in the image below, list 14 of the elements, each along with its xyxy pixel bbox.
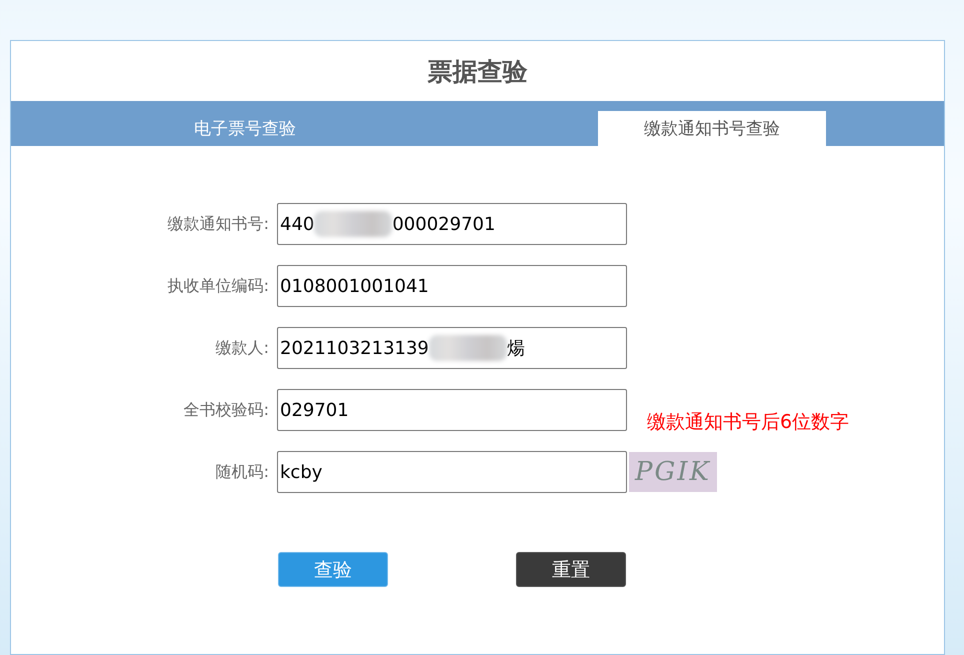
input-field[interactable]: 440 000029701 xyxy=(277,203,627,245)
field-label: 随机码: xyxy=(214,462,270,482)
field-label: 缴款人: xyxy=(214,338,270,358)
field-label: 全书校验码: xyxy=(182,400,270,420)
input-field[interactable]: kcby xyxy=(277,451,627,493)
tab[interactable]: 缴款通知书号查验 xyxy=(598,111,826,146)
input-field[interactable]: 2021103213139 煬 xyxy=(277,327,627,369)
field-label: 执收单位编码: xyxy=(166,276,270,296)
page-title: 票据查验 xyxy=(426,56,528,88)
input-field[interactable]: 029701 xyxy=(277,389,627,431)
reset-button[interactable]: 重置 xyxy=(516,552,626,587)
hint-text: 缴款通知书号后6位数字 xyxy=(647,410,850,435)
input-field[interactable]: 0108001001041 xyxy=(277,265,627,307)
field-label: 缴款通知书号: xyxy=(166,214,270,234)
